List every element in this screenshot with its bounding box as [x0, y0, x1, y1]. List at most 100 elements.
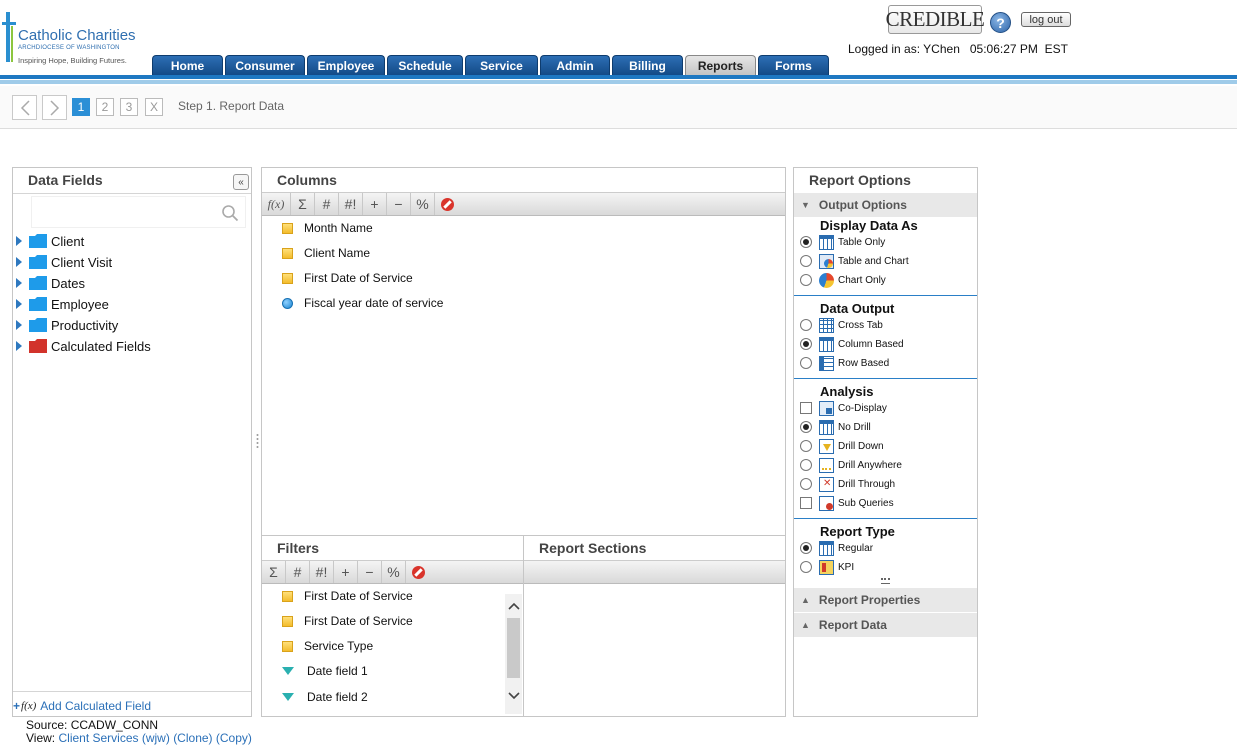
expand-arrow-icon[interactable] [16, 299, 22, 309]
radio-button[interactable] [800, 236, 812, 248]
option-chart-only[interactable]: Chart Only [800, 272, 886, 288]
option-cross-tab[interactable]: Cross Tab [800, 317, 883, 333]
option-kpi[interactable]: KPI [800, 559, 854, 575]
filters-scrollbar[interactable] [505, 594, 522, 714]
option-regular[interactable]: Regular [800, 540, 873, 556]
count-button[interactable]: # [315, 193, 339, 215]
option-no-drill[interactable]: No Drill [800, 419, 871, 435]
scroll-thumb[interactable] [507, 618, 520, 678]
distinct-count-button[interactable]: #! [310, 561, 334, 583]
collapse-panel-button[interactable]: « [233, 174, 249, 190]
filter-field[interactable]: Date field 1 [282, 663, 368, 679]
tree-item-productivity[interactable]: Productivity [14, 316, 118, 334]
filter-field[interactable]: First Date of Service [282, 588, 413, 604]
radio-button[interactable] [800, 274, 812, 286]
clone-link[interactable]: (Clone) [173, 731, 212, 745]
add-button[interactable]: + [334, 561, 358, 583]
step-2-button[interactable]: 2 [96, 98, 114, 116]
radio-button[interactable] [800, 421, 812, 433]
radio-button[interactable] [800, 542, 812, 554]
drill-down-icon [819, 438, 834, 454]
option-column-based[interactable]: Column Based [800, 336, 904, 352]
option-drill-through[interactable]: Drill Through [800, 476, 895, 492]
radio-button[interactable] [800, 255, 812, 267]
field-search-input[interactable] [31, 196, 246, 228]
nav-tab-consumer[interactable]: Consumer [225, 55, 305, 75]
tree-item-client[interactable]: Client [14, 232, 84, 250]
back-arrow-icon[interactable] [12, 95, 37, 120]
nav-tab-forms[interactable]: Forms [758, 55, 829, 75]
option-drill-down[interactable]: Drill Down [800, 438, 884, 454]
filter-field[interactable]: Service Type [282, 638, 373, 654]
option-table-and-chart[interactable]: Table and Chart [800, 253, 909, 269]
column-field[interactable]: Client Name [282, 245, 370, 261]
expand-arrow-icon[interactable] [16, 341, 22, 351]
clear-button[interactable] [406, 561, 430, 583]
expand-arrow-icon[interactable] [16, 320, 22, 330]
radio-button[interactable] [800, 338, 812, 350]
nav-tab-employee[interactable]: Employee [307, 55, 385, 75]
tree-item-client-visit[interactable]: Client Visit [14, 253, 112, 271]
add-button[interactable]: + [363, 193, 387, 215]
nav-tab-admin[interactable]: Admin [540, 55, 610, 75]
checkbox[interactable] [800, 402, 812, 414]
function-button[interactable]: f(x) [262, 193, 291, 215]
option-co-display[interactable]: Co-Display [800, 400, 887, 416]
kpi-icon [819, 559, 834, 575]
checkbox[interactable] [800, 497, 812, 509]
report-properties-header[interactable]: ▲ Report Properties [794, 588, 977, 612]
tree-item-employee[interactable]: Employee [14, 295, 109, 313]
radio-button[interactable] [800, 319, 812, 331]
column-field[interactable]: First Date of Service [282, 270, 413, 286]
percent-button[interactable]: % [411, 193, 435, 215]
sum-button[interactable]: Σ [291, 193, 315, 215]
option-table-only[interactable]: Table Only [800, 234, 885, 250]
logout-button[interactable]: log out [1021, 12, 1071, 27]
step-close-button[interactable]: X [145, 98, 163, 116]
radio-button[interactable] [800, 459, 812, 471]
view-link[interactable]: Client Services (wjw) [58, 731, 169, 745]
nav-tab-home[interactable]: Home [152, 55, 223, 75]
nav-tab-reports[interactable]: Reports [685, 55, 756, 75]
nav-tab-billing[interactable]: Billing [612, 55, 683, 75]
step-3-button[interactable]: 3 [120, 98, 138, 116]
filter-field[interactable]: Date field 2 [282, 689, 368, 705]
filter-field[interactable]: First Date of Service [282, 613, 413, 629]
panel-resize-handle[interactable] [256, 433, 259, 449]
nav-tab-service[interactable]: Service [465, 55, 538, 75]
radio-button[interactable] [800, 440, 812, 452]
subtract-button[interactable]: − [358, 561, 382, 583]
option-sub-queries[interactable]: Sub Queries [800, 495, 894, 511]
radio-button[interactable] [800, 357, 812, 369]
subtract-button[interactable]: − [387, 193, 411, 215]
clear-button[interactable] [435, 193, 459, 215]
radio-button[interactable] [800, 478, 812, 490]
tree-item-dates[interactable]: Dates [14, 274, 85, 292]
column-field[interactable]: Month Name [282, 220, 373, 236]
expand-arrow-icon[interactable] [16, 278, 22, 288]
expand-arrow-icon[interactable] [16, 257, 22, 267]
section-divider [794, 518, 977, 519]
count-button[interactable]: # [286, 561, 310, 583]
percent-button[interactable]: % [382, 561, 406, 583]
sum-button[interactable]: Σ [262, 561, 286, 583]
scroll-down-icon[interactable] [505, 687, 522, 704]
option-drill-anywhere[interactable]: Drill Anywhere [800, 457, 902, 473]
nav-tab-schedule[interactable]: Schedule [387, 55, 463, 75]
step-1-button[interactable]: 1 [72, 98, 90, 116]
add-calculated-field-link[interactable]: + f(x) Add Calculated Field [13, 699, 151, 713]
resize-grip-icon[interactable] [881, 578, 890, 584]
scroll-up-icon[interactable] [505, 597, 522, 614]
stop-icon [411, 565, 425, 579]
column-field[interactable]: Fiscal year date of service [282, 295, 443, 311]
distinct-count-button[interactable]: #! [339, 193, 363, 215]
help-icon[interactable]: ? [990, 12, 1011, 33]
copy-link[interactable]: (Copy) [216, 731, 252, 745]
forward-arrow-icon[interactable] [42, 95, 67, 120]
option-row-based[interactable]: Row Based [800, 355, 889, 371]
expand-arrow-icon[interactable] [16, 236, 22, 246]
report-data-header[interactable]: ▲ Report Data [794, 613, 977, 637]
output-options-header[interactable]: ▼ Output Options [794, 193, 977, 217]
radio-button[interactable] [800, 561, 812, 573]
tree-item-calculated-fields[interactable]: Calculated Fields [14, 337, 151, 355]
